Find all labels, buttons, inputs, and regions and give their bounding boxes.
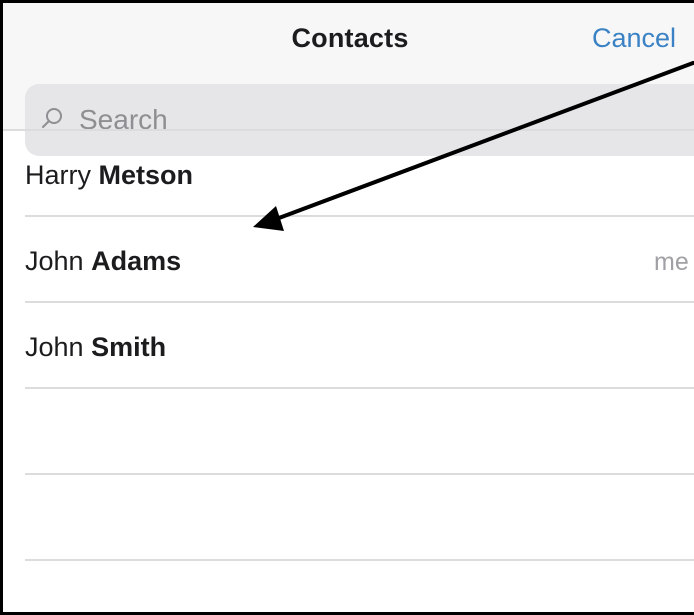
contact-list: Harry Metson John Adams me John Smith	[3, 131, 694, 561]
contact-last-name: Metson	[98, 160, 194, 190]
contact-name: John Adams	[25, 246, 181, 277]
contact-last-name: Smith	[91, 332, 167, 362]
contact-first-name: John	[25, 332, 84, 362]
contact-row-john-smith[interactable]: John Smith	[25, 303, 694, 389]
me-badge: me	[654, 248, 689, 276]
navigation-header: Contacts Cancel	[3, 3, 694, 156]
contact-first-name: John	[25, 246, 84, 276]
contact-name: John Smith	[25, 332, 166, 363]
cancel-button[interactable]: Cancel	[592, 23, 676, 54]
empty-row	[25, 389, 694, 475]
search-icon	[41, 106, 65, 130]
contacts-screen: Contacts Cancel Harry Metson John Adams …	[0, 0, 694, 615]
empty-row	[25, 475, 694, 561]
contact-first-name: Harry	[25, 160, 91, 190]
page-title: Contacts	[291, 23, 409, 53]
contact-last-name: Adams	[91, 246, 182, 276]
contact-row-john-adams[interactable]: John Adams me	[25, 217, 694, 303]
contact-row-harry-metson[interactable]: Harry Metson	[25, 131, 694, 217]
contact-name: Harry Metson	[25, 160, 193, 191]
